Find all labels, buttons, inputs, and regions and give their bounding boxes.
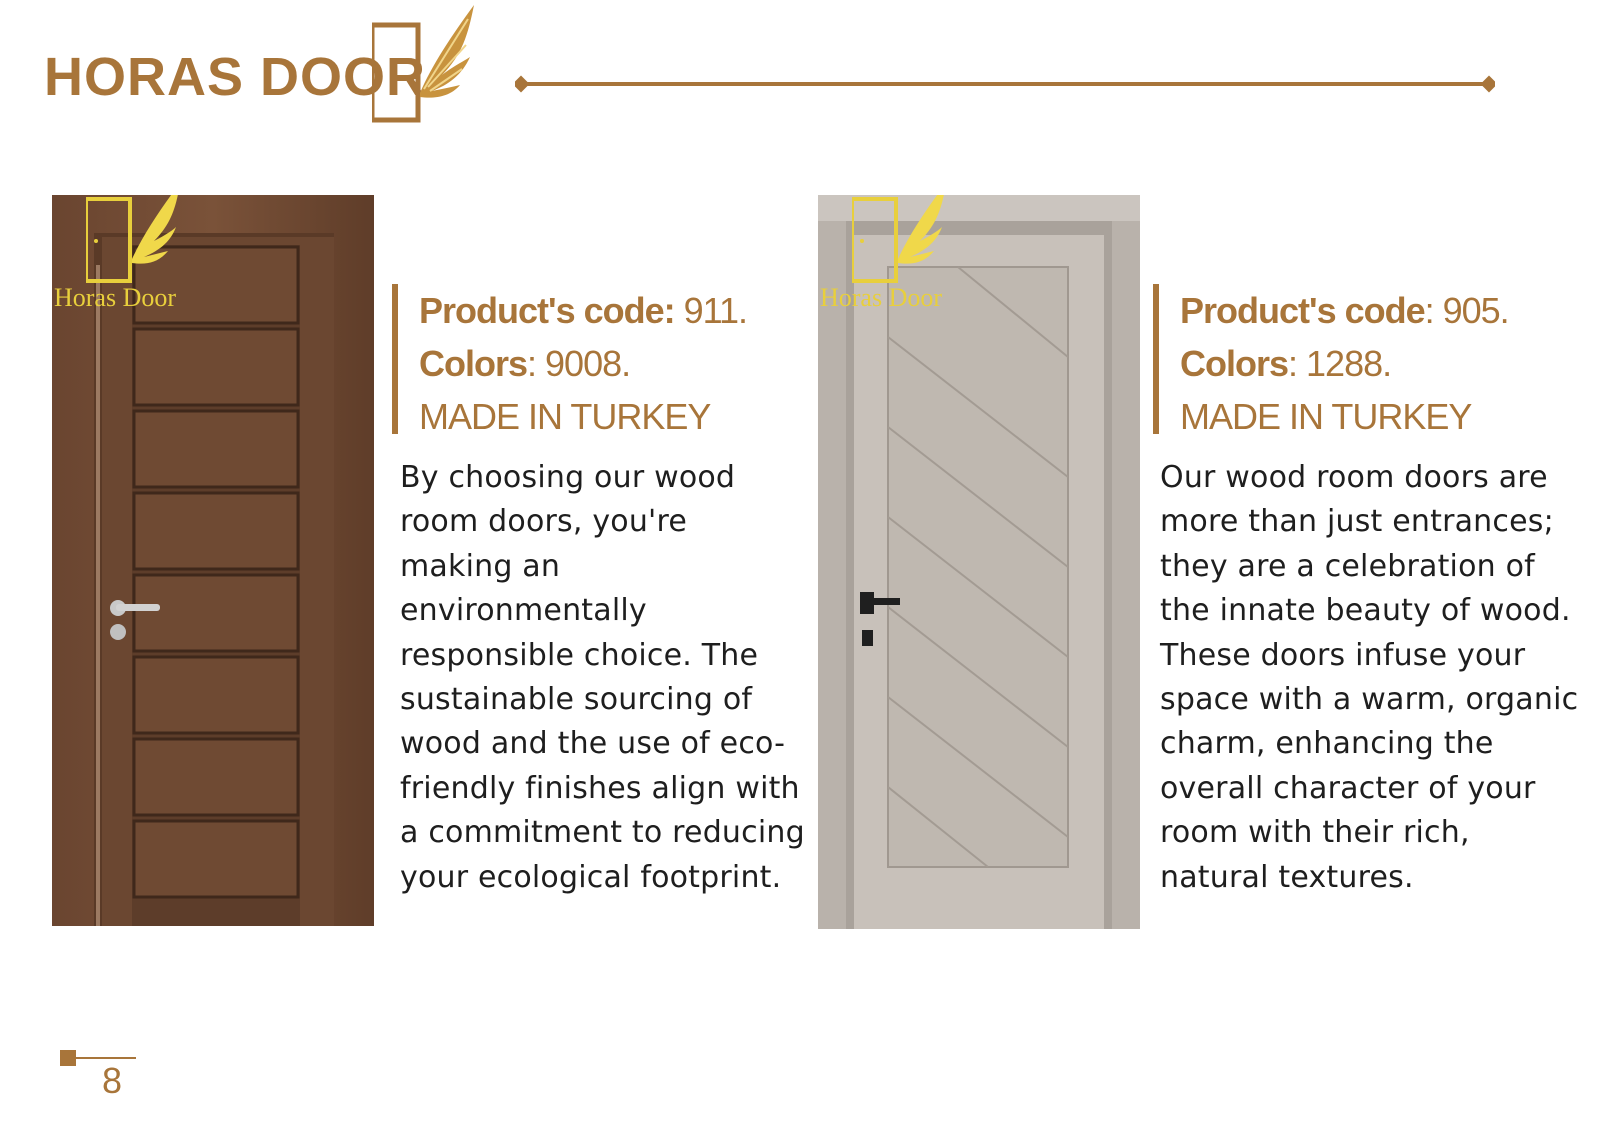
photo-watermark: Horas Door <box>820 283 943 312</box>
product-code-label: Product's code: <box>419 290 676 331</box>
colors-value: : 1288. <box>1288 343 1392 384</box>
winged-door-icon <box>372 5 474 123</box>
page-number: 8 <box>102 1060 123 1101</box>
colors-label: Colors <box>1180 343 1289 384</box>
product-code-line: Product's code: 911. <box>419 284 748 337</box>
diamond-line-divider <box>515 75 1495 93</box>
product-photo-905: Horas Door <box>818 195 1140 929</box>
page-marker-icon <box>60 1050 136 1066</box>
product-spec-905: Product's code: 905. Colors: 1288. MADE … <box>1153 284 1510 437</box>
product-photo-911: Horas Door <box>52 195 374 926</box>
colors-line: Colors: 9008. <box>419 337 747 390</box>
product-code-label: Product's code <box>1180 290 1426 331</box>
product-description-905: Our wood room doors are more than just e… <box>1160 460 1579 895</box>
product-spec-911: Product's code: 911. Colors: 9008. MADE … <box>392 284 748 437</box>
colors-line: Colors: 1288. <box>1180 337 1509 390</box>
colors-value: : 9008. <box>527 343 631 384</box>
winged-door-icon <box>852 195 944 283</box>
product-code-value: : 905. <box>1424 290 1510 331</box>
photo-watermark: Horas Door <box>54 283 177 312</box>
colors-label: Colors <box>419 343 528 384</box>
product-description-911: By choosing our wood room doors, you're … <box>400 460 805 895</box>
origin-label: MADE IN TURKEY <box>419 396 711 437</box>
product-code-line: Product's code: 905. <box>1180 284 1510 337</box>
brand-title: HORAS DOOR <box>44 47 427 107</box>
winged-door-icon <box>86 195 178 283</box>
product-code-value: 911. <box>674 290 748 331</box>
origin-label: MADE IN TURKEY <box>1180 396 1472 437</box>
